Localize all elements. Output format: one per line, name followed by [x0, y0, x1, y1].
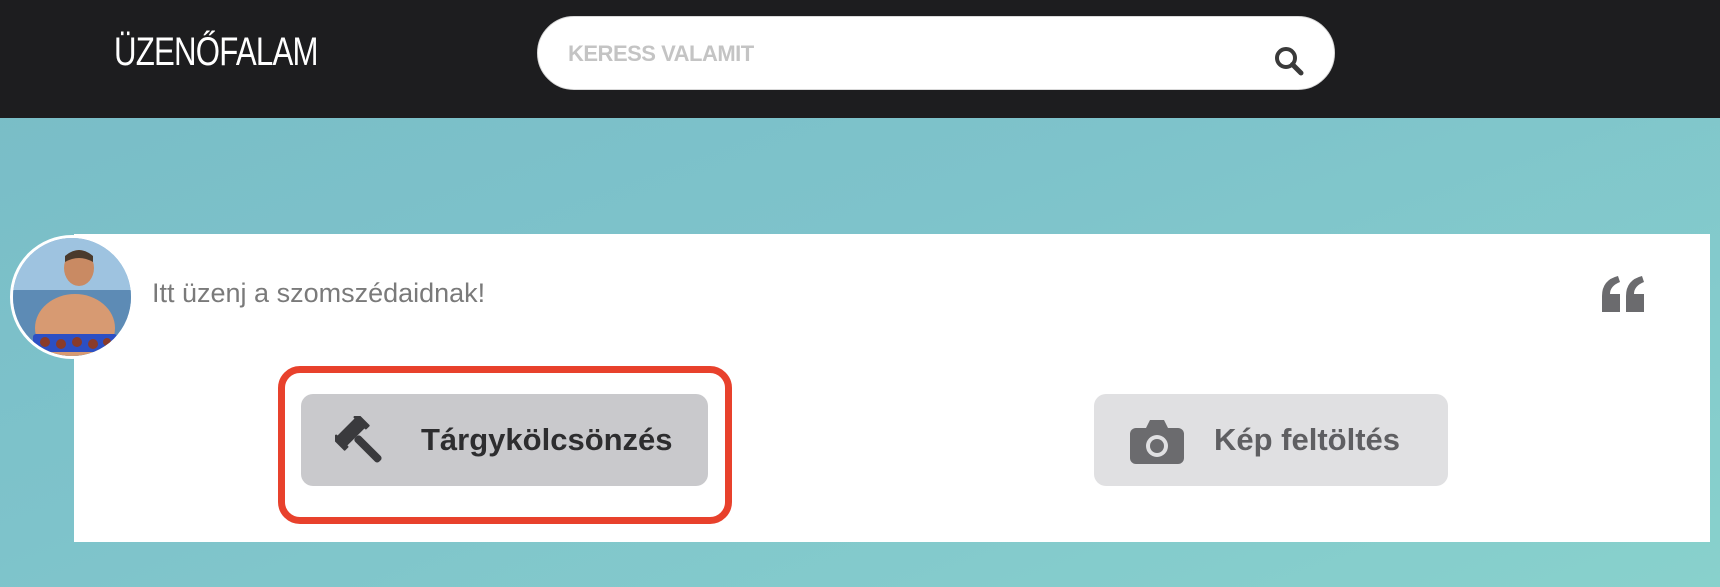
- site-logo[interactable]: ÜZENŐFALAM: [114, 30, 318, 75]
- quote-icon: [1602, 276, 1644, 312]
- gavel-icon: [335, 416, 382, 463]
- post-input-prompt[interactable]: Itt üzenj a szomszédaidnak!: [152, 278, 485, 309]
- search-input[interactable]: [568, 35, 1208, 73]
- search-bar[interactable]: [537, 16, 1335, 90]
- user-avatar[interactable]: [10, 235, 134, 359]
- item-lending-label: Tárgykölcsönzés: [421, 422, 673, 457]
- top-navbar: ÜZENŐFALAM: [0, 0, 1720, 118]
- camera-icon: [1130, 420, 1184, 464]
- image-upload-button[interactable]: Kép feltöltés: [1094, 394, 1448, 486]
- item-lending-button[interactable]: Tárgykölcsönzés: [301, 394, 708, 486]
- avatar-photo: [13, 238, 131, 356]
- image-upload-label: Kép feltöltés: [1214, 422, 1401, 457]
- search-icon[interactable]: [1273, 45, 1305, 77]
